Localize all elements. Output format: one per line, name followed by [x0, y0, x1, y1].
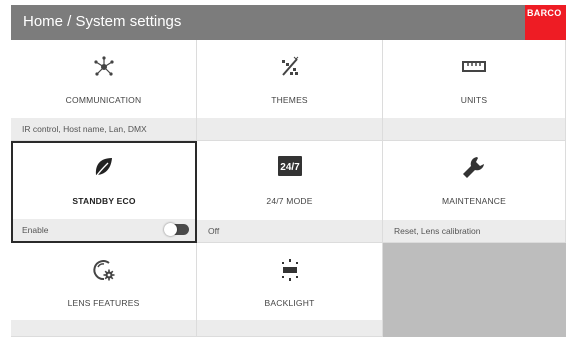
breadcrumb: Home / System settings — [23, 13, 182, 30]
header-bar: Home / System settings BARCO — [11, 5, 566, 40]
tile-main: COMMUNICATION — [11, 40, 196, 116]
settings-grid: COMMUNICATION IR control, Host name, Lan… — [11, 40, 566, 337]
tile-label: UNITS — [460, 95, 488, 105]
24-7-icon: 24/7 — [277, 154, 303, 180]
lens-gear-icon — [91, 257, 117, 283]
toggle-knob — [164, 223, 177, 236]
backlight-icon — [277, 257, 303, 283]
tile-label: COMMUNICATION — [65, 95, 142, 105]
network-icon — [91, 54, 117, 80]
standby-eco-toggle[interactable] — [164, 223, 189, 236]
tile-communication[interactable]: COMMUNICATION IR control, Host name, Lan… — [11, 40, 197, 141]
themes-icon — [277, 54, 303, 80]
tile-lens-features[interactable]: LENS FEATURES — [11, 243, 197, 337]
brand-text: BARCO — [527, 8, 562, 18]
tile-units[interactable]: UNITS — [383, 40, 566, 141]
tile-main: THEMES — [197, 40, 382, 116]
tile-label: LENS FEATURES — [67, 298, 140, 308]
tile-main: UNITS — [383, 40, 565, 116]
tile-standby-eco[interactable]: STANDBY ECO Enable — [11, 141, 197, 243]
tile-24-7-mode[interactable]: 24/7 24/7 MODE Off — [197, 141, 383, 243]
tile-footer — [197, 118, 382, 140]
tile-subtitle: Reset, Lens calibration — [394, 226, 481, 236]
tile-footer — [197, 320, 382, 336]
tile-label: MAINTENANCE — [441, 196, 507, 206]
tile-footer — [383, 118, 565, 140]
tile-label: STANDBY ECO — [72, 196, 136, 206]
leaf-icon — [91, 155, 117, 181]
tile-subtitle: Enable — [22, 225, 49, 235]
tile-main: BACKLIGHT — [197, 243, 382, 319]
tile-themes[interactable]: THEMES — [197, 40, 383, 141]
tile-label: THEMES — [271, 95, 308, 105]
tile-footer: IR control, Host name, Lan, DMX — [11, 118, 196, 140]
wrench-icon — [461, 155, 487, 181]
tile-subtitle: Off — [208, 226, 220, 236]
tile-main: MAINTENANCE — [383, 141, 565, 217]
ruler-icon — [461, 54, 487, 80]
tile-maintenance[interactable]: MAINTENANCE Reset, Lens calibration — [383, 141, 566, 243]
tile-backlight[interactable]: BACKLIGHT — [197, 243, 383, 337]
tile-main: STANDBY ECO — [13, 143, 195, 219]
tile-subtitle: IR control, Host name, Lan, DMX — [22, 124, 147, 134]
tile-main: LENS FEATURES — [11, 243, 196, 319]
barco-logo: BARCO — [525, 5, 566, 40]
tile-footer — [11, 320, 196, 336]
empty-tile — [383, 243, 566, 337]
tile-footer: Reset, Lens calibration — [383, 220, 565, 242]
tile-footer: Off — [197, 220, 382, 242]
tile-label: BACKLIGHT — [264, 298, 315, 308]
tile-footer: Enable — [13, 219, 195, 241]
24-7-icon-text: 24/7 — [280, 162, 300, 173]
tile-label: 24/7 MODE — [266, 196, 313, 206]
settings-screen: Home / System settings BARCO COMMUNICATI… — [0, 0, 569, 340]
tile-main: 24/7 24/7 MODE — [197, 141, 382, 217]
